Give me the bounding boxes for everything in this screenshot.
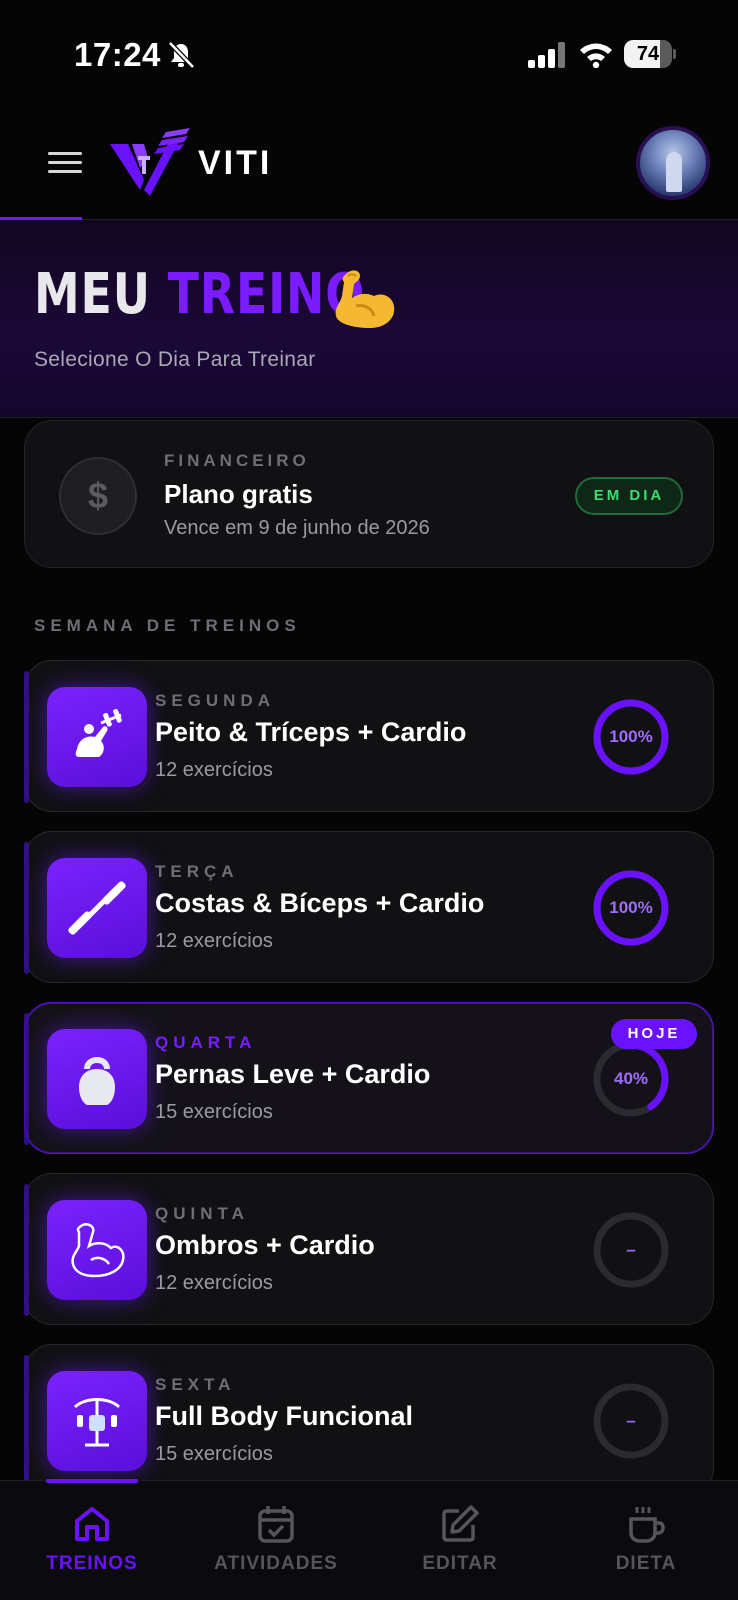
bottom-nav: TREINOS ATIVIDADES EDITAR DIETA	[0, 1479, 738, 1600]
workout-card-segunda[interactable]: SEGUNDA Peito & Tríceps + Cardio 12 exer…	[24, 660, 714, 812]
nav-item-atividades[interactable]: ATIVIDADES	[184, 1481, 368, 1600]
workout-name: Costas & Bíceps + Cardio	[155, 888, 485, 918]
nav-item-treinos[interactable]: TREINOS	[0, 1479, 184, 1600]
nav-label: DIETA	[615, 1553, 677, 1574]
logo-text: VITI	[198, 144, 273, 182]
menu-button[interactable]	[44, 146, 88, 182]
workout-day: QUARTA	[155, 1033, 257, 1052]
status-time: 17:24	[74, 36, 161, 73]
finance-card[interactable]: $ FINANCEIRO Plano gratis Vence em 9 de …	[24, 420, 714, 568]
finance-label: FINANCEIRO	[164, 451, 310, 470]
coffee-cup-icon	[629, 1507, 665, 1543]
app-logo: VITI	[110, 128, 300, 200]
exercise-count: 12 exercícios	[155, 759, 273, 781]
kettlebell-icon	[47, 1029, 147, 1129]
nav-label: ATIVIDADES	[214, 1553, 338, 1574]
workout-day: QUINTA	[155, 1204, 249, 1223]
workout-name: Ombros + Cardio	[155, 1230, 375, 1260]
battery-icon: 74	[624, 40, 676, 68]
workout-list: SEGUNDA Peito & Tríceps + Cardio 12 exer…	[24, 660, 714, 1515]
today-badge: HOJE	[611, 1019, 697, 1049]
edit-icon	[442, 1505, 479, 1542]
exercise-count: 12 exercícios	[155, 930, 273, 952]
workout-card-sexta[interactable]: SEXTA Full Body Funcional 15 exercícios …	[24, 1344, 714, 1496]
progress-text: –	[626, 1240, 636, 1259]
avatar[interactable]	[636, 126, 710, 200]
dumbbell-icon	[47, 858, 147, 958]
bench-press-icon	[47, 687, 147, 787]
nav-item-dieta[interactable]: DIETA	[554, 1481, 738, 1600]
status-bar: 17:24 74	[0, 0, 738, 110]
plan-title: Plano gratis	[164, 479, 313, 509]
flexed-arm-icon	[47, 1200, 147, 1300]
workout-card-terca[interactable]: TERÇA Costas & Bíceps + Cardio 12 exercí…	[24, 831, 714, 983]
hero-section: MEU TREINO Selecione O Dia Para Treinar	[0, 220, 738, 418]
plan-due-date: Vence em 9 de junho de 2026	[164, 517, 430, 539]
dollar-icon: $	[59, 457, 137, 535]
progress-text: 40%	[613, 1069, 649, 1088]
workout-name: Peito & Tríceps + Cardio	[155, 717, 467, 747]
battery-percentage: 74	[636, 43, 660, 65]
progress-text: 100%	[609, 898, 653, 917]
calendar-check-icon	[258, 1506, 294, 1543]
workout-card-quarta[interactable]: QUARTA Pernas Leve + Cardio 15 exercício…	[24, 1002, 714, 1154]
viti-logo-icon	[110, 128, 190, 196]
nav-active-indicator	[46, 1479, 138, 1483]
title-word-1: MEU	[34, 262, 151, 327]
workout-name: Pernas Leve + Cardio	[155, 1059, 431, 1089]
exercise-count: 15 exercícios	[155, 1443, 273, 1465]
status-badge: EM DIA	[575, 477, 683, 515]
nav-item-editar[interactable]: EDITAR	[368, 1481, 552, 1600]
signal-icon	[528, 42, 565, 68]
workout-card-quinta[interactable]: QUINTA Ombros + Cardio 12 exercícios –	[24, 1173, 714, 1325]
section-label: SEMANA DE TREINOS	[34, 616, 301, 635]
exercise-count: 15 exercícios	[155, 1101, 273, 1123]
workout-name: Full Body Funcional	[155, 1401, 413, 1431]
app-header: VITI	[0, 110, 738, 220]
nav-label: TREINOS	[46, 1553, 138, 1574]
workout-day: SEXTA	[155, 1375, 236, 1394]
home-icon	[75, 1507, 109, 1541]
workout-day: TERÇA	[155, 862, 239, 881]
page-subtitle: Selecione O Dia Para Treinar	[34, 348, 316, 371]
gym-machine-icon	[47, 1371, 147, 1471]
nav-label: EDITAR	[422, 1553, 498, 1574]
exercise-count: 12 exercícios	[155, 1272, 273, 1294]
bell-off-icon	[168, 41, 195, 69]
wifi-icon	[580, 43, 612, 68]
page-title: MEU TREINO	[34, 262, 365, 327]
progress-text: –	[626, 1411, 636, 1430]
flexed-biceps-emoji-icon	[335, 270, 395, 328]
workout-day: SEGUNDA	[155, 691, 276, 710]
progress-text: 100%	[609, 727, 653, 746]
